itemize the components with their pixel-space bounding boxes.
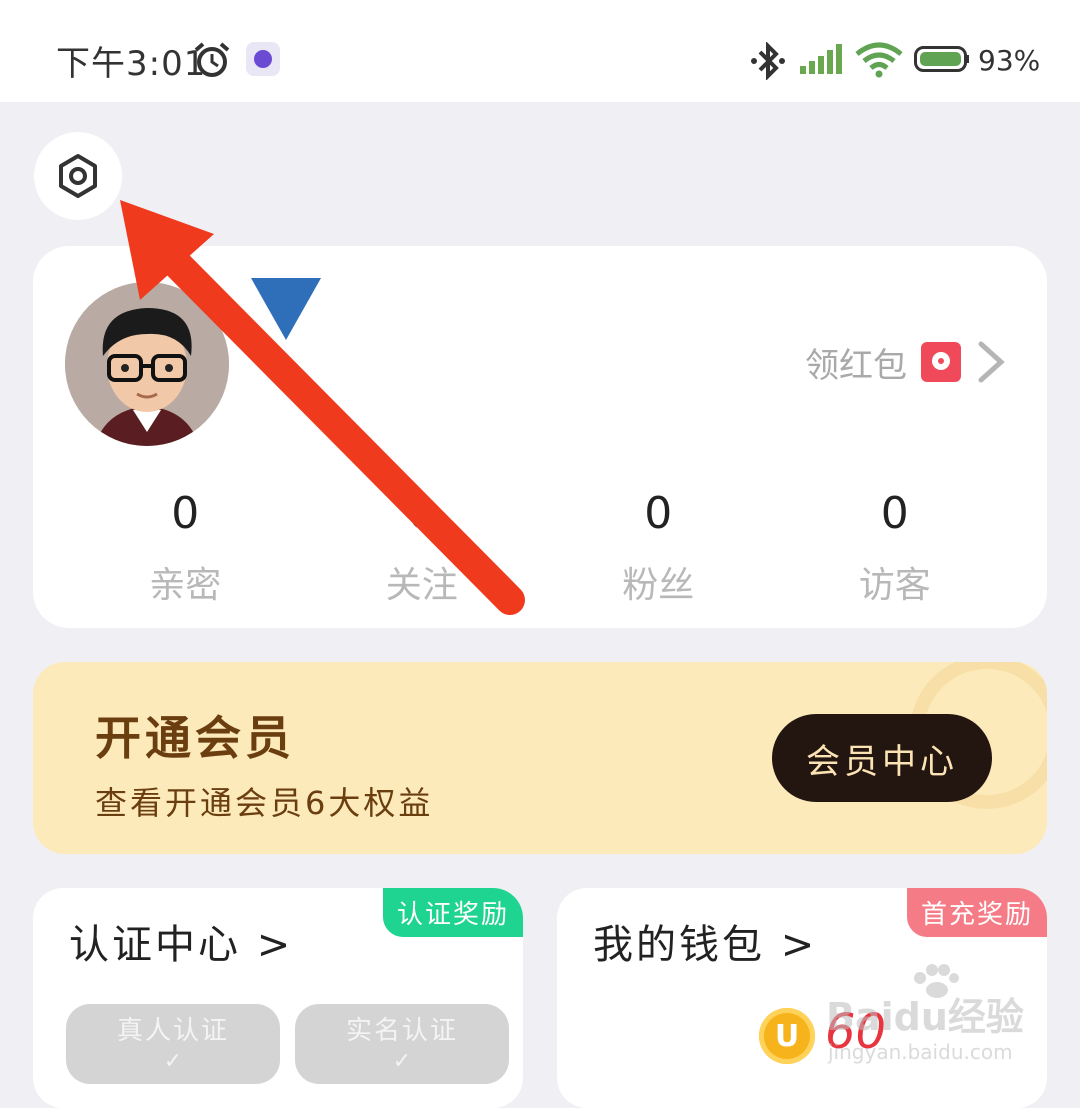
- stat-fans[interactable]: 0 粉丝: [540, 486, 777, 608]
- battery-percent: 93%: [978, 44, 1041, 77]
- app-icon: [246, 42, 280, 76]
- stat-label: 关注: [385, 565, 458, 606]
- first-recharge-badge: 首充奖励: [906, 888, 1047, 937]
- stat-value: 0: [880, 488, 909, 539]
- stat-visitors[interactable]: 0 访客: [777, 486, 1014, 608]
- real-name-cert-button[interactable]: 实名认证 ✓: [295, 1004, 509, 1084]
- vip-subtitle: 查看开通会员6大权益: [95, 784, 434, 822]
- wallet-title[interactable]: 我的钱包 >: [593, 912, 817, 970]
- cert-center-card[interactable]: 认证奖励 认证中心 > 真人认证 ✓ 实名认证 ✓: [33, 888, 523, 1108]
- bluetooth-icon: [751, 42, 785, 80]
- vip-title: 开通会员: [95, 711, 295, 765]
- vip-banner[interactable]: 开通会员 查看开通会员6大权益 会员中心: [33, 662, 1047, 854]
- signal-icon: [800, 44, 842, 74]
- stat-label: 粉丝: [622, 565, 695, 606]
- avatar-illustration: [65, 282, 229, 446]
- profile-stats: 0 亲密 0 关注 0 粉丝 0 访客: [67, 486, 1013, 608]
- red-packet-icon: [921, 342, 961, 382]
- stat-label: 亲密: [149, 565, 222, 606]
- stat-value: 0: [171, 488, 200, 539]
- chevron-right-icon: [978, 341, 1005, 383]
- stat-following[interactable]: 0 关注: [304, 486, 541, 608]
- triangle-icon: [251, 278, 321, 340]
- settings-button[interactable]: [34, 132, 122, 220]
- profile-card: 领红包 0 亲密 0 关注 0 粉丝 0 访客: [33, 246, 1047, 628]
- check-icon: ✓: [163, 1049, 183, 1074]
- red-packet-entry[interactable]: 领红包: [805, 338, 1005, 386]
- wifi-icon: [855, 42, 903, 78]
- avatar[interactable]: [65, 282, 229, 446]
- cert-reward-badge: 认证奖励: [382, 888, 523, 937]
- real-person-cert-button[interactable]: 真人认证 ✓: [66, 1004, 280, 1084]
- stat-intimate[interactable]: 0 亲密: [67, 486, 304, 608]
- status-time: 下午3:01: [56, 44, 207, 84]
- baidu-watermark: Baidu经验 jingyan.baidu.com: [826, 964, 1056, 1074]
- cert-button-label: 真人认证: [116, 1016, 229, 1046]
- stat-value: 0: [644, 488, 673, 539]
- coin-icon: U: [759, 1008, 815, 1064]
- watermark-url: jingyan.baidu.com: [828, 1040, 1013, 1064]
- watermark-text: Baidu经验: [826, 995, 1024, 1039]
- stat-value: 0: [407, 488, 436, 539]
- cert-button-label: 实名认证: [345, 1016, 458, 1046]
- vip-center-button[interactable]: 会员中心: [772, 714, 992, 802]
- red-packet-label: 领红包: [805, 345, 907, 386]
- stat-label: 访客: [858, 565, 931, 606]
- alarm-icon: [194, 42, 230, 77]
- battery-icon: [914, 46, 969, 72]
- settings-icon: [59, 154, 97, 198]
- check-icon: ✓: [392, 1049, 412, 1074]
- cert-center-title[interactable]: 认证中心 >: [69, 912, 293, 970]
- status-bar: 下午3:01 93%: [0, 0, 1080, 102]
